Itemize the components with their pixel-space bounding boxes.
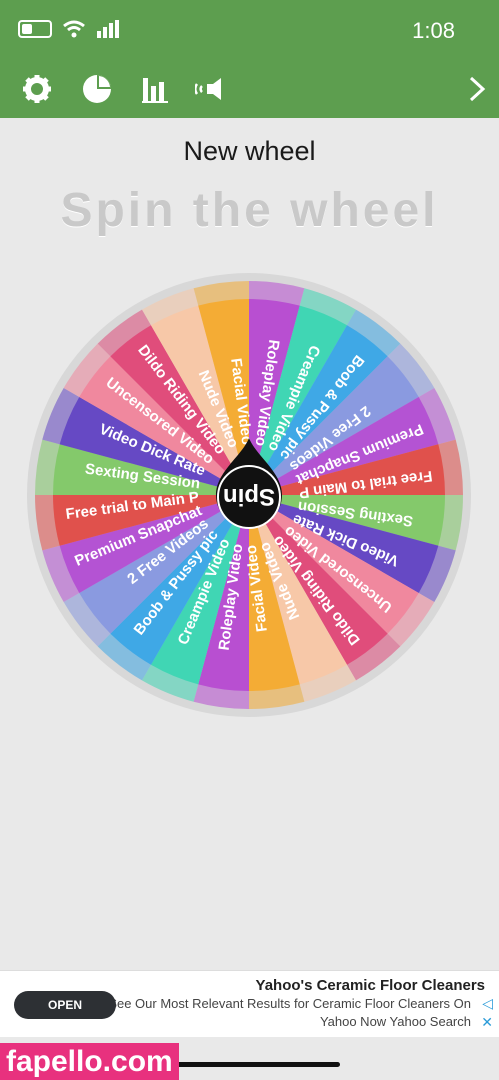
wheel-name: New wheel	[183, 136, 316, 166]
status-time: 1:08	[412, 18, 455, 43]
ad-info-icon[interactable]: ◁	[482, 995, 493, 1012]
spin-the-wheel-title: Spin the wheel	[60, 184, 439, 237]
ad-open-button[interactable]: OPEN	[14, 991, 116, 1019]
ad-source: Yahoo Now Yahoo Search	[319, 1014, 471, 1029]
status-icons	[18, 20, 120, 38]
ad-title[interactable]: Yahoo's Ceramic Floor Cleaners	[256, 977, 485, 994]
title-area: New wheel Spin the wheel	[0, 118, 499, 238]
sound-icon[interactable]	[193, 70, 231, 108]
ad-description: See Our Most Relevant Results for Cerami…	[108, 996, 471, 1011]
wifi-icon	[63, 20, 85, 38]
home-indicator	[160, 1062, 340, 1067]
ad-banner[interactable]: Yahoo's Ceramic Floor Cleaners See Our M…	[0, 970, 499, 1037]
ad-close-icon[interactable]: ✕	[481, 1014, 493, 1031]
signal-icon	[97, 20, 119, 38]
chevron-right-icon[interactable]	[462, 70, 492, 108]
battery-icon	[18, 20, 52, 38]
gear-icon[interactable]	[18, 70, 56, 108]
watermark: fapello.com	[0, 1043, 179, 1080]
spin-button-label: Spin	[223, 483, 275, 510]
bar-chart-icon[interactable]	[136, 70, 174, 108]
spin-wheel[interactable]: Roleplay VideoCreampie VideoBoob & Pussy…	[0, 260, 499, 730]
pie-chart-icon[interactable]	[78, 70, 116, 108]
status-bar: 1:08	[0, 0, 499, 60]
toolbar	[0, 60, 499, 118]
